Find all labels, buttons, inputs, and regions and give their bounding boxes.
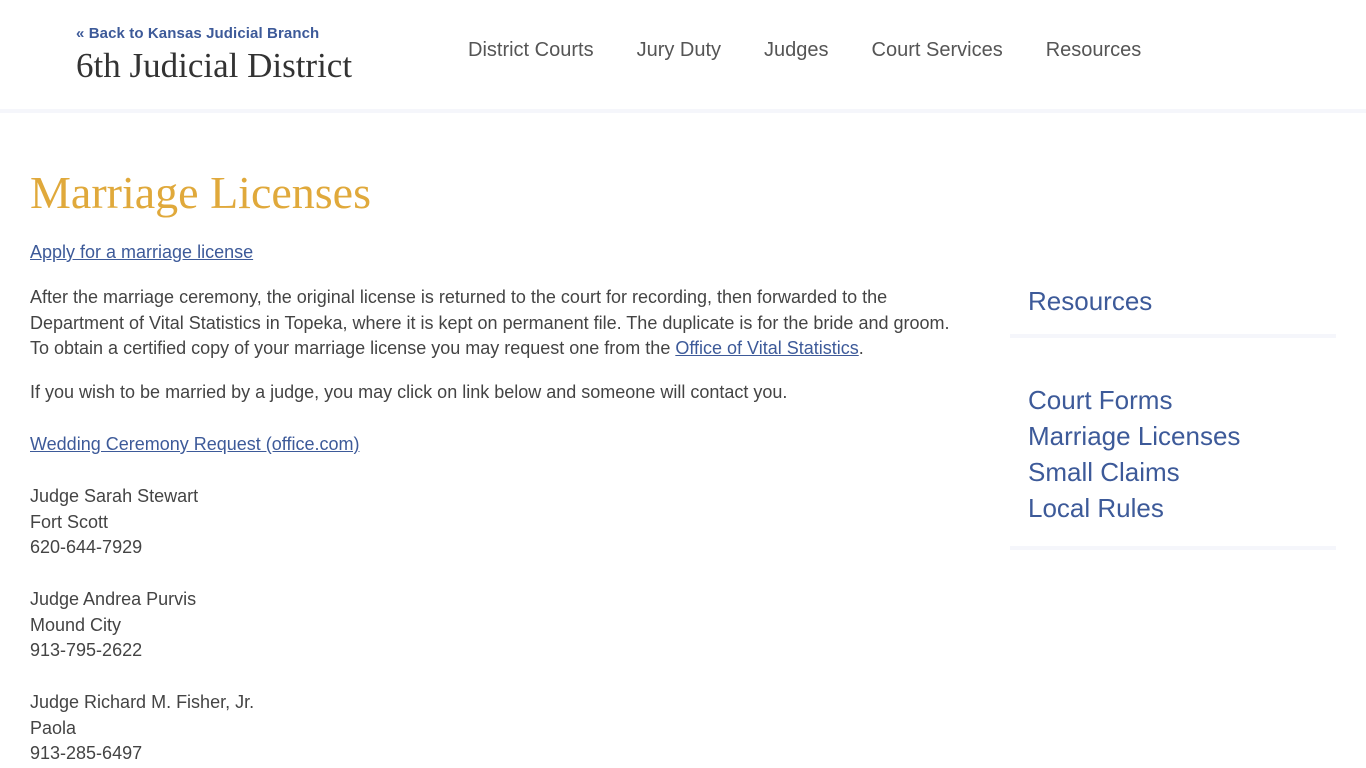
judge-contact: Judge Sarah Stewart Fort Scott 620-644-7…: [30, 484, 430, 561]
body-text-end: .: [858, 338, 864, 358]
nav-item-jury-duty[interactable]: Jury Duty: [637, 38, 721, 62]
nav-item-district-courts[interactable]: District Courts: [468, 38, 594, 62]
back-to-kansas-judicial-branch-link[interactable]: « Back to Kansas Judicial Branch: [76, 25, 319, 42]
judge-phone: 913-795-2622: [30, 640, 143, 660]
judge-contact: Judge Richard M. Fisher, Jr. Paola 913-2…: [30, 690, 430, 767]
sidebar: Resources Court Forms Marriage Licenses …: [1010, 280, 1336, 550]
judge-city: Paola: [30, 717, 77, 738]
nav-item-resources[interactable]: Resources: [1046, 38, 1142, 62]
judge-city: Mound City: [30, 614, 122, 635]
nav-item-judges[interactable]: Judges: [764, 38, 829, 62]
apply-paragraph: Apply for a marriage license: [30, 240, 253, 266]
site-header: « Back to Kansas Judicial Branch 6th Jud…: [0, 0, 1366, 113]
judge-contact: Judge Andrea Purvis Mound City 913-795-2…: [30, 587, 430, 664]
body-paragraph: After the marriage ceremony, the origina…: [30, 285, 970, 362]
office-of-vital-statistics-link[interactable]: Office of Vital Statistics: [675, 338, 858, 358]
wedding-paragraph: Wedding Ceremony Request (office.com): [30, 432, 359, 458]
wedding-ceremony-request-link[interactable]: Wedding Ceremony Request (office.com): [30, 434, 359, 454]
judge-name: Judge Richard M. Fisher, Jr.: [30, 692, 255, 712]
judge-intro-paragraph: If you wish to be married by a judge, yo…: [30, 382, 788, 402]
judge-phone: 620-644-7929: [30, 537, 143, 557]
sidebar-link-local-rules[interactable]: Local Rules: [1028, 490, 1336, 526]
judge-city: Fort Scott: [30, 511, 109, 532]
apply-for-marriage-license-link[interactable]: Apply for a marriage license: [30, 242, 253, 262]
sidebar-link-small-claims[interactable]: Small Claims: [1028, 454, 1336, 490]
sidebar-heading-resources[interactable]: Resources: [1010, 280, 1336, 338]
main-nav: District Courts Jury Duty Judges Court S…: [468, 38, 1184, 62]
sidebar-link-marriage-licenses[interactable]: Marriage Licenses: [1028, 418, 1336, 454]
page-title: Marriage Licenses: [30, 167, 372, 218]
sidebar-link-court-forms[interactable]: Court Forms: [1028, 382, 1336, 418]
site-title[interactable]: 6th Judicial District: [76, 46, 352, 86]
judge-name: Judge Sarah Stewart: [30, 486, 199, 506]
nav-item-court-services[interactable]: Court Services: [872, 38, 1003, 62]
sidebar-links: Court Forms Marriage Licenses Small Clai…: [1010, 338, 1336, 550]
judge-phone: 913-285-6497: [30, 743, 143, 763]
judge-name: Judge Andrea Purvis: [30, 589, 197, 609]
